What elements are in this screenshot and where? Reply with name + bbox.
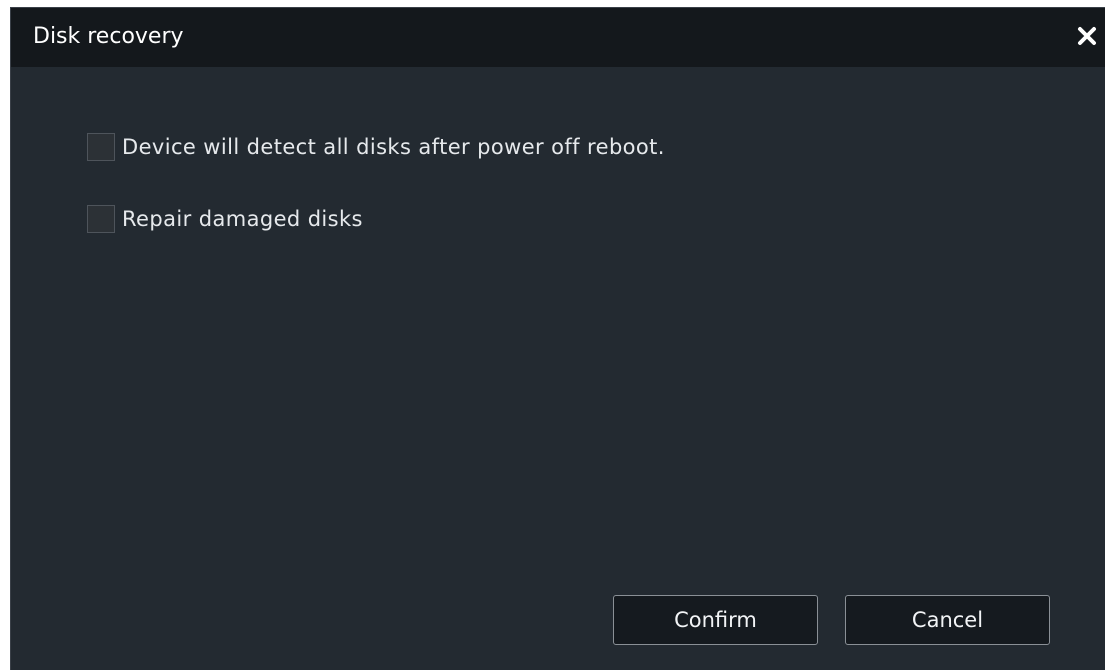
option-repair-disks[interactable]: Repair damaged disks xyxy=(87,205,363,233)
confirm-button[interactable]: Confirm xyxy=(613,595,818,645)
close-button[interactable] xyxy=(1073,22,1101,50)
option-detect-disks[interactable]: Device will detect all disks after power… xyxy=(87,133,665,161)
cancel-button[interactable]: Cancel xyxy=(845,595,1050,645)
repair-disks-label: Repair damaged disks xyxy=(122,207,363,231)
repair-disks-checkbox[interactable] xyxy=(87,205,115,233)
detect-disks-checkbox[interactable] xyxy=(87,133,115,161)
disk-recovery-dialog: Disk recovery Device will detect all dis… xyxy=(10,7,1105,670)
dialog-title: Disk recovery xyxy=(33,24,184,49)
close-icon xyxy=(1078,27,1096,45)
dialog-titlebar: Disk recovery xyxy=(11,8,1105,67)
detect-disks-label: Device will detect all disks after power… xyxy=(122,135,665,159)
